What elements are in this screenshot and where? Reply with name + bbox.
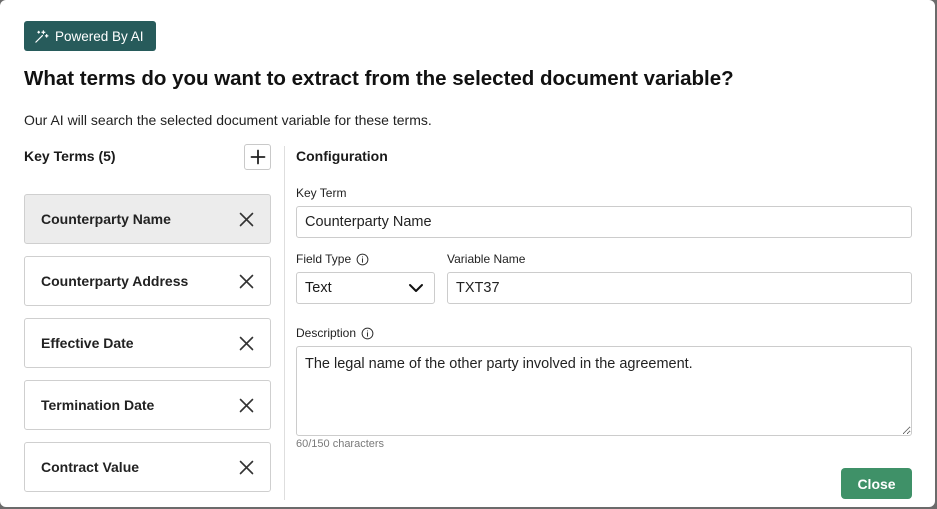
key-term-item[interactable]: Contract Value [24,442,271,492]
description-label-text: Description [296,326,357,340]
key-term-item[interactable]: Termination Date [24,380,271,430]
key-term-field-label: Key Term [296,186,346,200]
close-icon[interactable] [238,397,254,413]
variable-name-input[interactable] [447,272,912,304]
close-icon[interactable] [238,335,254,351]
info-icon[interactable] [356,253,369,266]
key-term-label: Contract Value [41,459,140,475]
variable-name-label-text: Variable Name [447,252,526,266]
key-terms-list: Counterparty Name Counterparty Address E… [24,194,271,504]
dialog-subtitle: Our AI will search the selected document… [24,112,432,128]
description-label: Description [296,326,374,340]
key-term-input[interactable] [296,206,912,238]
key-term-label: Counterparty Name [41,211,171,227]
add-key-term-button[interactable] [244,144,271,170]
variable-name-label: Variable Name [447,252,525,266]
key-term-item[interactable]: Counterparty Address [24,256,271,306]
close-button[interactable]: Close [841,468,912,499]
field-type-select[interactable]: Text [296,272,435,304]
close-icon[interactable] [238,211,254,227]
field-type-value: Text [305,280,332,296]
powered-by-ai-badge: Powered By AI [24,21,156,51]
dialog-title: What terms do you want to extract from t… [24,67,734,90]
field-type-label: Field Type [296,252,369,266]
sparkles-icon [34,29,49,44]
badge-label: Powered By AI [55,28,144,44]
key-term-label: Effective Date [41,335,134,351]
key-term-label: Counterparty Address [41,273,189,289]
close-icon[interactable] [238,273,254,289]
plus-icon [250,149,266,165]
field-type-label-text: Field Type [296,252,352,266]
key-term-item[interactable]: Effective Date [24,318,271,368]
column-divider [284,146,285,500]
key-terms-header: Key Terms (5) [24,148,116,164]
configuration-header: Configuration [296,148,388,164]
character-count: 60/150 characters [296,438,385,450]
extract-terms-dialog: Powered By AI What terms do you want to … [0,0,935,507]
key-term-item[interactable]: Counterparty Name [24,194,271,244]
close-icon[interactable] [238,459,254,475]
info-icon[interactable] [361,327,374,340]
key-term-label: Termination Date [41,397,155,413]
description-textarea[interactable]: The legal name of the other party involv… [296,346,912,436]
chevron-down-icon [408,283,424,293]
key-term-label-text: Key Term [296,186,347,200]
